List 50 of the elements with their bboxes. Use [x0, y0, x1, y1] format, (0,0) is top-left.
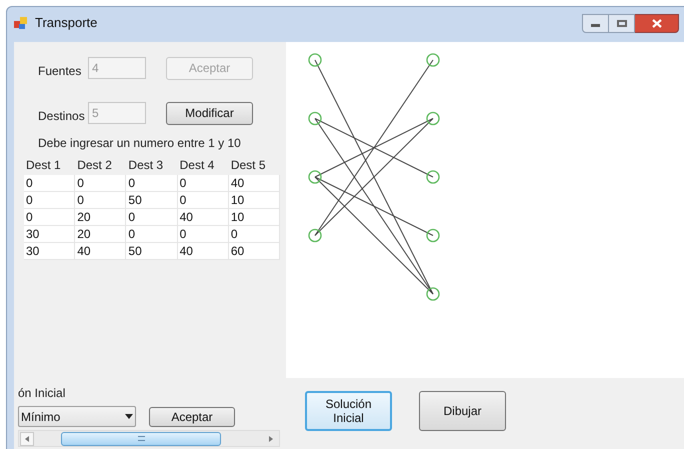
maximize-button[interactable]	[609, 14, 635, 32]
table-cell: 0	[24, 209, 76, 226]
table-cell: 20	[75, 209, 126, 226]
column-header: Dest 4	[178, 157, 216, 174]
action-button[interactable]: Solución Inicial	[305, 391, 392, 431]
table-cell: 30	[24, 226, 76, 243]
table-cell: 0	[126, 209, 178, 226]
hint-text: Debe ingresar un numero entre 1 y 10	[38, 135, 242, 152]
table-cell: 0	[178, 192, 229, 209]
table-cell: 50	[126, 243, 178, 260]
table-cell: 10	[228, 192, 280, 209]
table-cell: 40	[75, 243, 126, 260]
scroll-thumb[interactable]	[61, 432, 221, 446]
column-header: Dest 1	[25, 157, 62, 174]
table-cell: 0	[75, 192, 126, 209]
field-label: Destinos	[38, 108, 86, 125]
close-button[interactable]	[635, 14, 679, 32]
close-icon	[652, 18, 662, 28]
table-cell: 0	[24, 192, 76, 209]
action-button[interactable]: Dibujar	[419, 391, 506, 431]
table-cell: 0	[126, 226, 178, 243]
table-cell: 30	[24, 243, 76, 260]
field-label: Fuentes	[38, 63, 82, 80]
table-cell: 40	[178, 209, 229, 226]
horizontal-scrollbar[interactable]	[18, 430, 280, 447]
table-cell: 60	[228, 243, 280, 260]
column-header: Dest 5	[230, 157, 266, 174]
table-cell: 0	[24, 175, 76, 192]
section-label: ón Inicial	[18, 385, 66, 402]
scroll-left-icon	[25, 436, 29, 442]
table-cell: 20	[75, 226, 126, 243]
column-header: Dest 3	[127, 157, 164, 174]
table-cell: 50	[126, 192, 178, 209]
scroll-right-icon	[269, 436, 273, 442]
minimize-button[interactable]	[582, 14, 609, 32]
method-dropdown[interactable]: Mínimo	[18, 406, 136, 427]
dropdown-arrow-icon	[125, 414, 133, 419]
table-cell: 0	[178, 226, 229, 243]
table-cell: 0	[178, 175, 229, 192]
column-header: Dest 2	[76, 157, 113, 174]
action-button[interactable]: Modificar	[166, 102, 253, 124]
window-title: Transporte	[35, 14, 98, 32]
table-cell: 40	[178, 243, 229, 260]
table-cell: 40	[228, 175, 280, 192]
table-cell: 0	[228, 226, 280, 243]
app-icon	[13, 15, 29, 31]
table-cell: 0	[126, 175, 178, 192]
table-cell: 10	[228, 209, 280, 226]
accept-button[interactable]: Aceptar	[149, 406, 235, 426]
table-cell: 0	[75, 175, 126, 192]
